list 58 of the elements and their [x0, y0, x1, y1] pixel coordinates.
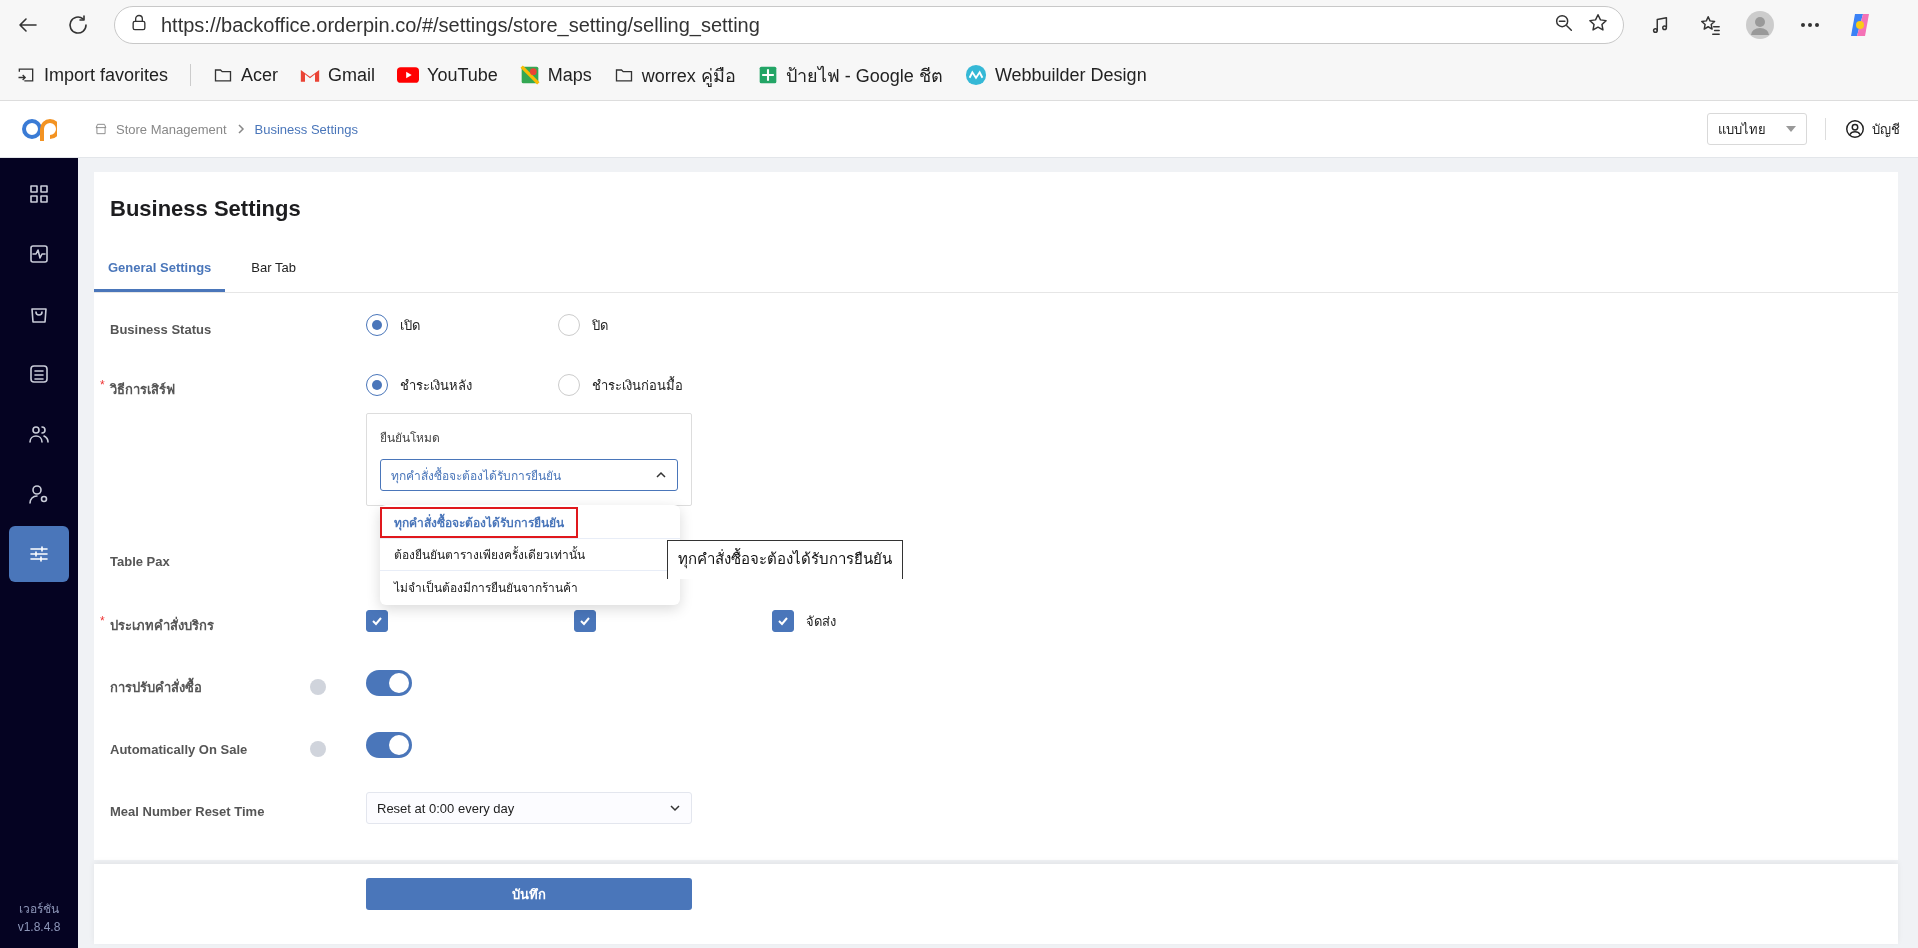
caret-down-icon: [669, 802, 681, 814]
version-number: v1.8.4.8: [16, 919, 62, 936]
checkmark-icon: [777, 615, 789, 627]
bookmark[interactable]: ป้ายไฟ - Google ชีต: [757, 60, 943, 90]
checkbox-label: จัดส่ง: [806, 612, 836, 631]
bookmark[interactable]: Maps: [519, 64, 592, 86]
confirm-mode-select[interactable]: ทุกคำสั่งซื้อจะต้องได้รับการยืนยัน: [380, 459, 678, 491]
field-label: การปรับคำสั่งซื้อ: [110, 676, 202, 697]
checkmark-icon: [579, 615, 591, 627]
tab[interactable]: General Settings: [94, 242, 226, 292]
checkbox[interactable]: [772, 610, 794, 632]
version-label: เวอร์ชัน: [18, 901, 60, 918]
checkbox[interactable]: [574, 610, 596, 632]
mail-icon: [300, 67, 321, 83]
field-label: ประเภทคำสั่งบริกร: [110, 615, 214, 635]
wave-logo-icon: [964, 64, 987, 86]
radio-option[interactable]: ชำระเงินก่อนมื้อ: [558, 374, 750, 396]
bookmark[interactable]: Gmail: [300, 64, 376, 86]
user-icon: [1844, 118, 1866, 140]
toggle-switch[interactable]: [366, 670, 412, 696]
play-icon: [397, 67, 420, 83]
sheet-icon: [757, 65, 778, 85]
pulse-icon: [27, 242, 51, 266]
required-mark: *: [100, 378, 105, 392]
reset-time-select[interactable]: Reset at 0:00 every day: [366, 792, 692, 824]
required-mark: *: [100, 614, 105, 628]
radio-option[interactable]: ชำระเงินหลัง: [366, 374, 558, 396]
panel-label: ยืนยันโหมด: [380, 430, 441, 447]
bookmark[interactable]: Import favorites: [16, 64, 169, 86]
map-pin-icon: [519, 65, 540, 85]
tab[interactable]: Bar Tab: [237, 242, 310, 292]
account-button[interactable]: บัญชี: [1844, 118, 1900, 140]
bookmark[interactable]: Acer: [213, 64, 279, 86]
field-label: Business Status: [110, 321, 212, 337]
breadcrumb-link[interactable]: Business Settings: [254, 121, 358, 137]
bookmark[interactable]: worrex คู่มือ: [613, 60, 736, 90]
field-label: วิธีการเสิร์ฟ: [110, 380, 175, 399]
checkbox[interactable]: [366, 610, 388, 632]
bookmark[interactable]: Webbuilder Design: [964, 64, 1147, 86]
checkmark-icon: [371, 615, 383, 627]
breadcrumb-link[interactable]: Store Management: [116, 121, 227, 137]
save-button[interactable]: บันทึก: [366, 878, 692, 910]
caret-down-icon: [1786, 126, 1796, 132]
address-bar[interactable]: https://backoffice.orderpin.co/#/settings/store_setting/selling_setting: [114, 6, 1624, 44]
store-icon: [94, 122, 108, 136]
field-label: Table Pax: [110, 553, 170, 569]
toggle-switch[interactable]: [366, 732, 412, 758]
tooltip: ทุกคำสั่งซื้อจะต้องได้รับการยืนยัน: [667, 540, 903, 579]
field-label: Automatically On Sale: [110, 741, 248, 757]
radio-option[interactable]: ปิด: [558, 314, 750, 336]
field-label: Meal Number Reset Time: [110, 803, 265, 819]
radio-option[interactable]: เปิด: [366, 314, 558, 336]
grid-icon: [27, 182, 51, 206]
avatar-icon[interactable]: [1746, 11, 1774, 39]
store-icon: [27, 362, 51, 386]
language-select[interactable]: แบบไทย: [1707, 113, 1807, 145]
page-title: Business Settings: [109, 195, 302, 223]
bookmark[interactable]: YouTube: [397, 64, 498, 86]
